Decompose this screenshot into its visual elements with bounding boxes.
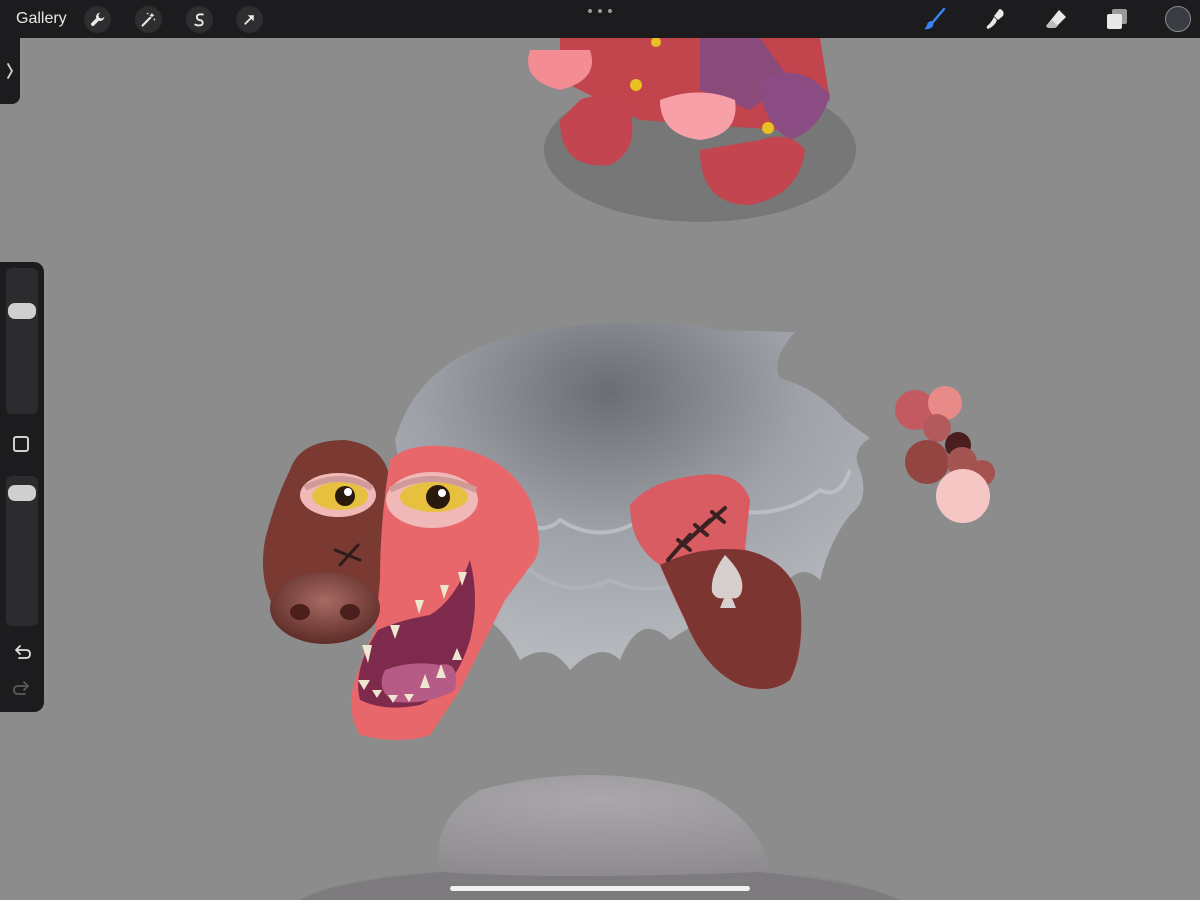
smudge-icon (986, 9, 1004, 29)
arrow-cursor-icon (244, 15, 254, 25)
actions-button[interactable] (84, 6, 111, 33)
dot-icon (598, 9, 602, 13)
gallery-button[interactable]: Gallery (16, 0, 67, 38)
color-palette-swatches (895, 386, 995, 523)
current-color-button[interactable] (1165, 6, 1191, 32)
more-options-button[interactable] (588, 6, 612, 16)
layers-button[interactable] (1102, 4, 1132, 34)
smudge-tool-button[interactable] (980, 4, 1010, 34)
brush-tool-button[interactable] (920, 4, 950, 34)
adjustments-button[interactable] (135, 6, 162, 33)
brush-icon (924, 7, 946, 30)
palette-swatch (936, 469, 990, 523)
brush-opacity-slider-thumb[interactable] (8, 485, 36, 501)
drawing-canvas[interactable] (0, 0, 1200, 900)
selection-button[interactable] (186, 6, 213, 33)
undo-arrow-icon (15, 645, 31, 659)
eraser-icon (1046, 10, 1066, 28)
selection-s-icon (194, 13, 204, 27)
dog-monster-artwork (262, 322, 870, 740)
left-sidebar (0, 262, 44, 712)
brush-size-slider-thumb[interactable] (8, 303, 36, 319)
brush-size-slider[interactable] (6, 268, 38, 414)
layers-icon (1107, 9, 1127, 29)
eraser-tool-button[interactable] (1041, 4, 1071, 34)
rock-artwork (300, 775, 900, 900)
chevron-right-icon (7, 63, 14, 79)
redo-arrow-icon (13, 681, 29, 695)
brush-opacity-slider[interactable] (6, 476, 38, 626)
top-toolbar: Gallery (0, 0, 1200, 38)
top-monster-artwork (528, 37, 856, 222)
sidebar-toggle-button[interactable] (0, 38, 20, 104)
dot-icon (608, 9, 612, 13)
home-indicator[interactable] (450, 886, 750, 891)
transform-button[interactable] (236, 6, 263, 33)
modify-button[interactable] (13, 436, 29, 452)
redo-button[interactable] (10, 678, 34, 700)
dot-icon (588, 9, 592, 13)
undo-button[interactable] (10, 642, 34, 664)
wrench-icon (91, 12, 105, 26)
palette-swatch (905, 440, 949, 484)
magic-wand-icon (141, 12, 156, 27)
palette-swatch (923, 414, 951, 442)
